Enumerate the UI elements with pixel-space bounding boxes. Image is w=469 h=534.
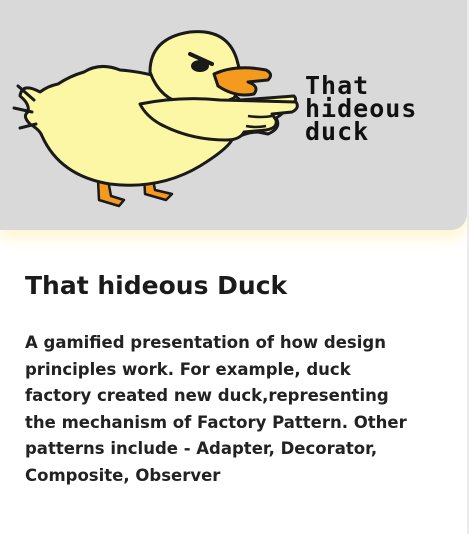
hero-title-text: That hideous duck: [305, 71, 418, 146]
hero-image: That hideous duck: [0, 0, 467, 230]
card-title: That hideous Duck: [25, 271, 288, 300]
card-description: A gamified presentation of how design pr…: [25, 333, 407, 485]
project-card[interactable]: That hideous duck That hideous Duck A ga…: [0, 0, 469, 534]
